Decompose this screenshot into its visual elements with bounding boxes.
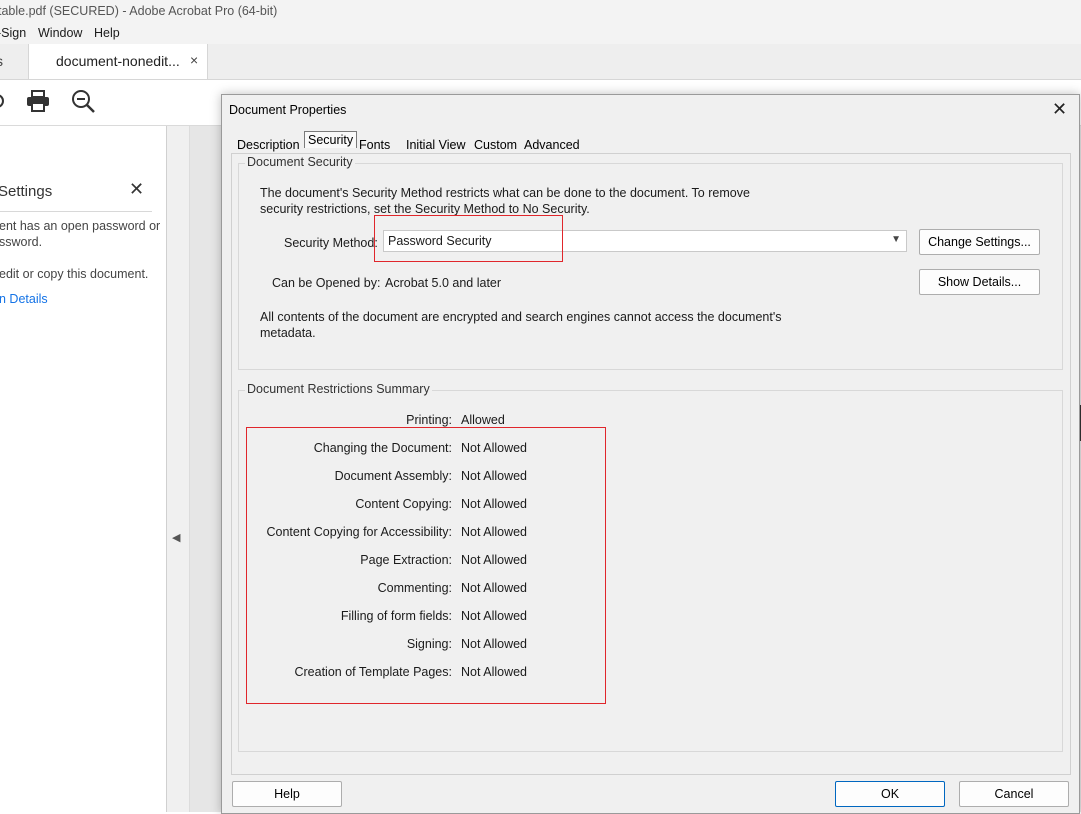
- restriction-row: Signing: Not Allowed: [222, 637, 722, 657]
- dialog-close-icon[interactable]: ✕: [1052, 99, 1067, 120]
- hand-tool-icon[interactable]: [0, 92, 8, 112]
- collapse-left-arrow-icon[interactable]: ◀: [172, 531, 180, 544]
- restriction-row: Changing the Document: Not Allowed: [222, 441, 722, 461]
- security-intro-line: The document's Security Method restricts…: [260, 186, 750, 200]
- tab-description[interactable]: Description: [237, 138, 300, 152]
- restriction-value: Not Allowed: [461, 497, 528, 511]
- menu-item-window[interactable]: Window: [38, 26, 82, 40]
- restriction-label: Commenting:: [377, 581, 452, 595]
- encryption-note-line: All contents of the document are encrypt…: [260, 310, 782, 324]
- window-title-bar: table.pdf (SECURED) - Adobe Acrobat Pro …: [0, 0, 1081, 24]
- restrictions-summary-title: Document Restrictions Summary: [245, 382, 432, 396]
- restriction-row: Document Assembly: Not Allowed: [222, 469, 722, 489]
- window-title: table.pdf (SECURED) - Adobe Acrobat Pro …: [0, 4, 278, 18]
- restriction-label: Changing the Document:: [313, 441, 452, 455]
- help-button[interactable]: Help: [232, 781, 342, 807]
- ok-button[interactable]: OK: [835, 781, 945, 807]
- restriction-row: Commenting: Not Allowed: [222, 581, 722, 601]
- restriction-value: Not Allowed: [461, 469, 528, 483]
- security-method-label: Security Method:: [284, 236, 378, 250]
- security-method-value: Password Security: [388, 234, 492, 248]
- restriction-label: Signing:: [406, 637, 452, 651]
- restrictions-list: Printing: Allowed Changing the Document:…: [222, 413, 722, 703]
- menu-item-sign[interactable]: -Sign: [0, 26, 26, 40]
- opened-by-label: Can be Opened by:: [272, 276, 381, 290]
- zoom-search-icon[interactable]: [71, 89, 97, 115]
- restriction-label: Content Copying for Accessibility:: [266, 525, 452, 539]
- show-details-button[interactable]: Show Details...: [919, 269, 1040, 295]
- tab-security[interactable]: Security: [304, 131, 358, 148]
- restriction-row: Printing: Allowed: [222, 413, 722, 433]
- tab-initial-view[interactable]: Initial View: [406, 138, 466, 152]
- menu-item-help[interactable]: Help: [94, 26, 120, 40]
- permission-details-link[interactable]: n Details: [0, 292, 48, 306]
- restriction-value: Not Allowed: [461, 637, 528, 651]
- restriction-row: Content Copying for Accessibility: Not A…: [222, 525, 722, 545]
- restriction-value: Allowed: [461, 413, 505, 427]
- cancel-button[interactable]: Cancel: [959, 781, 1069, 807]
- restriction-value: Not Allowed: [461, 553, 528, 567]
- encryption-note-line: metadata.: [260, 326, 316, 340]
- security-intro-line: security restrictions, set the Security …: [260, 202, 590, 216]
- change-settings-button[interactable]: Change Settings...: [919, 229, 1040, 255]
- restriction-row: Page Extraction: Not Allowed: [222, 553, 722, 573]
- panel-text-line: ssword.: [0, 235, 43, 249]
- panel-collapse-strip[interactable]: ◀: [167, 126, 190, 812]
- print-icon[interactable]: [26, 90, 50, 112]
- restriction-row: Filling of form fields: Not Allowed: [222, 609, 722, 629]
- restriction-label: Creation of Template Pages:: [294, 665, 452, 679]
- restriction-value: Not Allowed: [461, 581, 528, 595]
- restriction-value: Not Allowed: [461, 609, 528, 623]
- restriction-row: Content Copying: Not Allowed: [222, 497, 722, 517]
- opened-by-value: Acrobat 5.0 and later: [385, 276, 502, 290]
- tab-advanced[interactable]: Advanced: [524, 138, 580, 152]
- restriction-value: Not Allowed: [461, 665, 528, 679]
- restriction-label: Filling of form fields:: [340, 609, 452, 623]
- previous-tab-label[interactable]: s: [0, 53, 3, 69]
- document-tab-bar: s document-nonedit... ×: [0, 44, 1081, 80]
- security-method-select[interactable]: Password Security ▼: [383, 230, 907, 252]
- chevron-down-icon: ▼: [891, 234, 901, 245]
- tab-custom[interactable]: Custom: [474, 138, 517, 152]
- panel-divider: [0, 211, 152, 212]
- document-tab[interactable]: document-nonedit... ×: [28, 44, 208, 79]
- restriction-label: Printing:: [406, 413, 452, 427]
- document-security-title: Document Security: [245, 155, 355, 169]
- restriction-value: Not Allowed: [461, 441, 528, 455]
- document-tab-label: document-nonedit...: [56, 53, 180, 69]
- close-tab-icon[interactable]: ×: [190, 52, 198, 68]
- panel-text-line: ent has an open password or: [0, 219, 161, 233]
- dialog-title: Document Properties: [229, 103, 347, 117]
- panel-text-line: edit or copy this document.: [0, 267, 149, 281]
- panel-close-icon[interactable]: ✕: [129, 179, 144, 200]
- document-properties-dialog: Document Properties ✕ Description Securi…: [221, 94, 1080, 814]
- restriction-label: Page Extraction:: [360, 553, 452, 567]
- menu-bar: -Sign Window Help: [0, 24, 1081, 44]
- restriction-label: Content Copying:: [355, 497, 452, 511]
- restriction-row: Creation of Template Pages: Not Allowed: [222, 665, 722, 685]
- panel-title: Settings: [0, 183, 53, 200]
- restriction-value: Not Allowed: [461, 525, 528, 539]
- restriction-label: Document Assembly:: [334, 469, 452, 483]
- left-side-panel: Settings ✕ ent has an open password or s…: [0, 126, 167, 812]
- tab-fonts[interactable]: Fonts: [359, 138, 390, 152]
